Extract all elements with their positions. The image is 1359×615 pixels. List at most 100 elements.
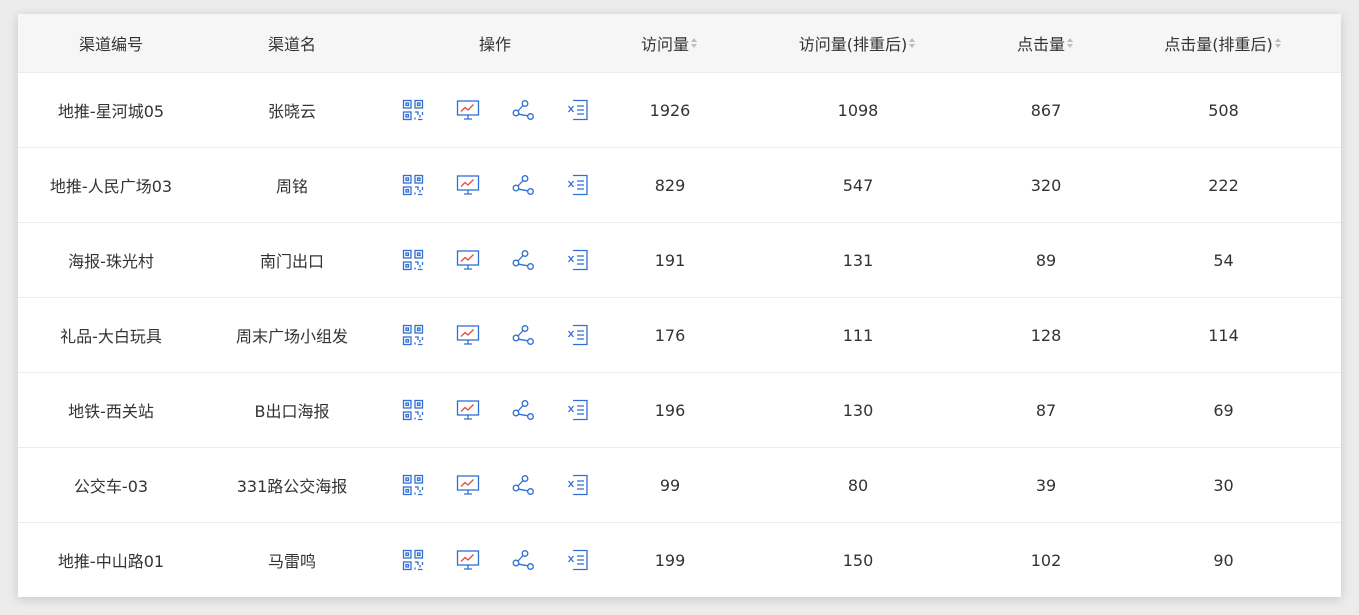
clicks-cell: 320 xyxy=(986,147,1106,223)
channel-name-cell: B出口海报 xyxy=(204,372,380,448)
operations-cell xyxy=(380,72,610,148)
clicks-cell: 39 xyxy=(986,447,1106,523)
share-icon[interactable] xyxy=(511,473,535,497)
share-icon[interactable] xyxy=(511,98,535,122)
visits-dedup-cell: 80 xyxy=(730,447,986,523)
qr-code-icon[interactable] xyxy=(401,98,425,122)
table-row: 海报-珠光村 南门出口 191 131 89 54 xyxy=(18,222,1341,298)
operations-cell xyxy=(380,147,610,223)
sort-icon[interactable] xyxy=(1067,36,1075,50)
clicks-dedup-cell: 54 xyxy=(1106,222,1341,298)
qr-code-icon[interactable] xyxy=(401,323,425,347)
excel-export-icon[interactable] xyxy=(566,398,590,422)
table-row: 地推-星河城05 张晓云 1926 1098 867 508 xyxy=(18,72,1341,148)
channel-code-cell: 公交车-03 xyxy=(18,447,204,523)
sort-icon[interactable] xyxy=(1274,36,1283,50)
operations-cell xyxy=(380,297,610,373)
visits-cell: 99 xyxy=(610,447,730,523)
sort-icon[interactable] xyxy=(909,36,917,50)
col-header-visits-label: 访问量 xyxy=(640,35,689,54)
operations-cell xyxy=(380,372,610,448)
clicks-cell: 87 xyxy=(986,372,1106,448)
visits-cell: 829 xyxy=(610,147,730,223)
qr-code-icon[interactable] xyxy=(401,548,425,572)
table-body: 地推-星河城05 张晓云 1926 1098 867 508 地推-人民广场03… xyxy=(18,72,1341,597)
clicks-cell: 128 xyxy=(986,297,1106,373)
col-header-clicks-dedup-label: 点击量(排重后) xyxy=(1164,35,1273,54)
visits-dedup-cell: 111 xyxy=(730,297,986,373)
table-header: 渠道编号 渠道名 操作 访问量 访问量(排重后) 点击量 点击量(排重后) xyxy=(18,14,1341,73)
channel-code-cell: 地铁-西关站 xyxy=(18,372,204,448)
operations-cell xyxy=(380,447,610,523)
clicks-cell: 89 xyxy=(986,222,1106,298)
channel-name-cell: 张晓云 xyxy=(204,72,380,148)
col-header-visits[interactable]: 访问量 xyxy=(610,14,730,73)
channel-name-cell: 周末广场小组发 xyxy=(204,297,380,373)
excel-export-icon[interactable] xyxy=(566,473,590,497)
excel-export-icon[interactable] xyxy=(566,248,590,272)
excel-export-icon[interactable] xyxy=(566,323,590,347)
channel-code-cell: 地推-人民广场03 xyxy=(18,147,204,223)
channel-name-cell: 马雷鸣 xyxy=(204,522,380,597)
qr-code-icon[interactable] xyxy=(401,398,425,422)
chart-screen-icon[interactable] xyxy=(456,548,480,572)
table-row: 地推-人民广场03 周铭 829 547 320 222 xyxy=(18,147,1341,223)
channel-code-cell: 海报-珠光村 xyxy=(18,222,204,298)
channel-code-cell: 地推-星河城05 xyxy=(18,72,204,148)
sort-icon[interactable] xyxy=(691,36,699,50)
table-row: 礼品-大白玩具 周末广场小组发 176 111 128 114 xyxy=(18,297,1341,373)
share-icon[interactable] xyxy=(511,323,535,347)
channel-code-cell: 地推-中山路01 xyxy=(18,522,204,597)
clicks-dedup-cell: 30 xyxy=(1106,447,1341,523)
visits-cell: 199 xyxy=(610,522,730,597)
chart-screen-icon[interactable] xyxy=(456,473,480,497)
channel-name-cell: 周铭 xyxy=(204,147,380,223)
clicks-cell: 867 xyxy=(986,72,1106,148)
share-icon[interactable] xyxy=(511,398,535,422)
operations-cell xyxy=(380,522,610,597)
share-icon[interactable] xyxy=(511,173,535,197)
chart-screen-icon[interactable] xyxy=(456,98,480,122)
channel-name-cell: 南门出口 xyxy=(204,222,380,298)
clicks-cell: 102 xyxy=(986,522,1106,597)
channel-stats-table-card: 渠道编号 渠道名 操作 访问量 访问量(排重后) 点击量 点击量(排重后) 地推… xyxy=(18,14,1341,597)
chart-screen-icon[interactable] xyxy=(456,248,480,272)
col-header-clicks-label: 点击量 xyxy=(1016,35,1065,54)
channel-code-cell: 礼品-大白玩具 xyxy=(18,297,204,373)
share-icon[interactable] xyxy=(511,248,535,272)
chart-screen-icon[interactable] xyxy=(456,323,480,347)
table-row: 地推-中山路01 马雷鸣 199 150 102 90 xyxy=(18,522,1341,597)
excel-export-icon[interactable] xyxy=(566,98,590,122)
clicks-dedup-cell: 222 xyxy=(1106,147,1341,223)
share-icon[interactable] xyxy=(511,548,535,572)
visits-dedup-cell: 150 xyxy=(730,522,986,597)
table-row: 地铁-西关站 B出口海报 196 130 87 69 xyxy=(18,372,1341,448)
header-row: 渠道编号 渠道名 操作 访问量 访问量(排重后) 点击量 点击量(排重后) xyxy=(18,14,1341,73)
visits-dedup-cell: 1098 xyxy=(730,72,986,148)
qr-code-icon[interactable] xyxy=(401,473,425,497)
channel-name-cell: 331路公交海报 xyxy=(204,447,380,523)
chart-screen-icon[interactable] xyxy=(456,173,480,197)
col-header-channel-name: 渠道名 xyxy=(204,14,380,73)
col-header-visits-dedup[interactable]: 访问量(排重后) xyxy=(730,14,986,73)
visits-cell: 1926 xyxy=(610,72,730,148)
excel-export-icon[interactable] xyxy=(566,173,590,197)
clicks-dedup-cell: 114 xyxy=(1106,297,1341,373)
chart-screen-icon[interactable] xyxy=(456,398,480,422)
excel-export-icon[interactable] xyxy=(566,548,590,572)
qr-code-icon[interactable] xyxy=(401,173,425,197)
operations-cell xyxy=(380,222,610,298)
visits-dedup-cell: 547 xyxy=(730,147,986,223)
qr-code-icon[interactable] xyxy=(401,248,425,272)
visits-cell: 196 xyxy=(610,372,730,448)
clicks-dedup-cell: 69 xyxy=(1106,372,1341,448)
col-header-channel-code: 渠道编号 xyxy=(18,14,204,73)
visits-dedup-cell: 130 xyxy=(730,372,986,448)
col-header-clicks[interactable]: 点击量 xyxy=(986,14,1106,73)
col-header-operations: 操作 xyxy=(380,14,610,73)
col-header-clicks-dedup[interactable]: 点击量(排重后) xyxy=(1106,14,1341,73)
visits-cell: 176 xyxy=(610,297,730,373)
channel-stats-table: 渠道编号 渠道名 操作 访问量 访问量(排重后) 点击量 点击量(排重后) 地推… xyxy=(18,14,1341,597)
visits-cell: 191 xyxy=(610,222,730,298)
clicks-dedup-cell: 508 xyxy=(1106,72,1341,148)
